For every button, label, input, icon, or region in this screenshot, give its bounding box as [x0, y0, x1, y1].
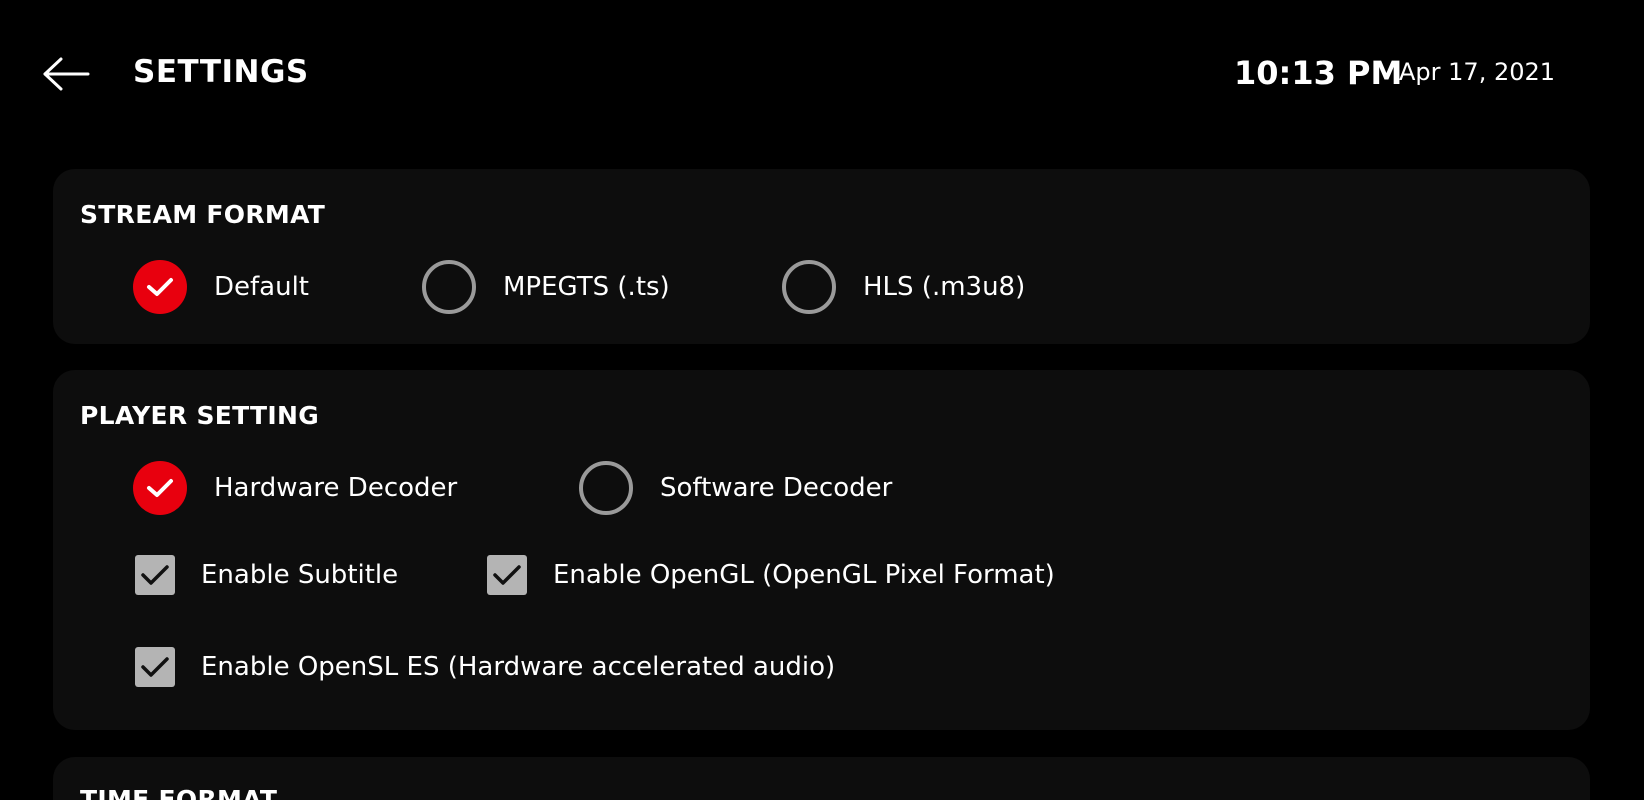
checkbox-label: Enable Subtitle: [201, 560, 399, 590]
radio-checked-icon: [133, 260, 187, 314]
radio-option-software-decoder[interactable]: Software Decoder: [579, 461, 892, 515]
checkmark-icon: [141, 565, 169, 585]
radio-option-mpegts[interactable]: MPEGTS (.ts): [422, 260, 670, 314]
player-setting-title: PLAYER SETTING: [80, 401, 320, 430]
checkmark-icon: [493, 565, 521, 585]
time-format-title: TIME FORMAT: [80, 785, 278, 800]
radio-label: Default: [214, 272, 309, 302]
player-setting-card: PLAYER SETTING Hardware Decoder Software…: [53, 370, 1590, 730]
page-title: SETTINGS: [133, 54, 309, 90]
checkbox-checked-icon: [135, 647, 175, 687]
checkmark-icon: [141, 657, 169, 677]
radio-checked-icon: [133, 461, 187, 515]
radio-label: MPEGTS (.ts): [503, 272, 670, 302]
radio-option-default[interactable]: Default: [133, 260, 309, 314]
time-format-card: TIME FORMAT: [53, 757, 1590, 800]
radio-unchecked-icon: [422, 260, 476, 314]
radio-label: Software Decoder: [660, 473, 893, 503]
checkbox-checked-icon: [487, 555, 527, 595]
clock-time: 10:13 PM: [1234, 54, 1403, 92]
stream-format-card: STREAM FORMAT Default MPEGTS (.ts) HLS (…: [53, 169, 1590, 344]
checkbox-enable-opensl[interactable]: Enable OpenSL ES (Hardware accelerated a…: [135, 647, 835, 687]
back-button[interactable]: [40, 52, 92, 96]
checkmark-icon: [147, 479, 173, 497]
header: SETTINGS 10:13 PM Apr 17, 2021: [0, 0, 1644, 150]
arrow-left-icon: [43, 57, 90, 91]
settings-screen: SETTINGS 10:13 PM Apr 17, 2021 STREAM FO…: [0, 0, 1644, 800]
checkbox-label: Enable OpenSL ES (Hardware accelerated a…: [201, 652, 836, 682]
checkbox-label: Enable OpenGL (OpenGL Pixel Format): [553, 560, 1055, 590]
checkmark-icon: [147, 278, 173, 296]
radio-label: HLS (.m3u8): [863, 272, 1026, 302]
radio-label: Hardware Decoder: [214, 473, 458, 503]
radio-option-hls[interactable]: HLS (.m3u8): [782, 260, 1025, 314]
checkbox-enable-subtitle[interactable]: Enable Subtitle: [135, 555, 398, 595]
radio-option-hardware-decoder[interactable]: Hardware Decoder: [133, 461, 457, 515]
checkbox-checked-icon: [135, 555, 175, 595]
stream-format-title: STREAM FORMAT: [80, 200, 326, 229]
clock-date: Apr 17, 2021: [1399, 58, 1556, 86]
radio-unchecked-icon: [782, 260, 836, 314]
radio-unchecked-icon: [579, 461, 633, 515]
checkbox-enable-opengl[interactable]: Enable OpenGL (OpenGL Pixel Format): [487, 555, 1055, 595]
